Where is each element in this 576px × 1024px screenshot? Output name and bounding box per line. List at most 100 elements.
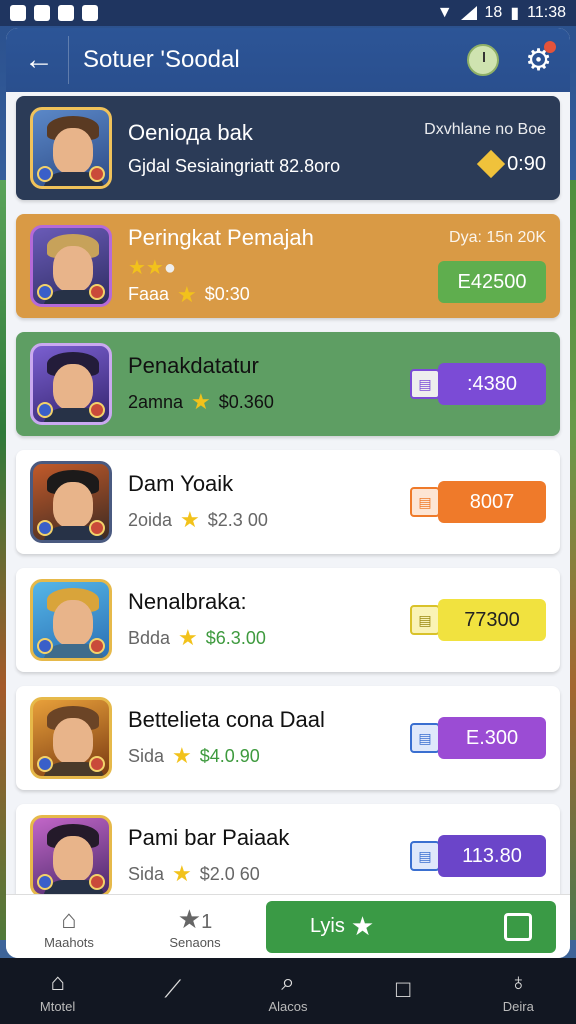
card-title: Bettelieta cona Daal: [128, 707, 325, 732]
nav-home[interactable]: ⌂ Mtotel: [8, 969, 108, 1014]
star-icon: ★: [180, 507, 200, 532]
status-right: ▼ 18 ▮ 11:38: [437, 3, 566, 23]
price-button[interactable]: 77300: [438, 599, 546, 641]
rank-badge-icon: [89, 756, 105, 772]
price-button[interactable]: :4380: [438, 363, 546, 405]
list-item[interactable]: Peringkat Pemajah ★★● Faaa ★ $0:30 Dya: …: [16, 214, 560, 318]
card-title: Nenalbraka:: [128, 589, 247, 614]
list-item[interactable]: Dam Yoaik 2oida ★ $2.3 00 ▤ 8007: [16, 450, 560, 554]
card-text: Oeniода bak Gjdal Sesiaingriatt 82.8oro: [128, 120, 424, 177]
level-badge-icon: [37, 756, 53, 772]
status-time: 11:38: [527, 4, 566, 21]
nav-stats[interactable]: ⟋: [123, 976, 223, 1006]
price-group: ▤ E.300: [410, 717, 546, 759]
card-text: Pami bar Paiaak Sida ★ $2.0 60: [128, 825, 410, 887]
avatar: [30, 461, 112, 543]
subtitle-price: $2.3 00: [207, 509, 268, 530]
bottom-action-bar: ⌂ Maahots ★1 Senaons Lyis ★: [6, 894, 570, 958]
avatar: [30, 343, 112, 425]
avatar: [30, 579, 112, 661]
nav-label: Deira: [502, 998, 534, 1014]
nav-search[interactable]: ⌕ Alacos: [238, 969, 338, 1014]
list-item[interactable]: Pami bar Paiaak Sida ★ $2.0 60 ▤ 113.80: [16, 804, 560, 908]
card-right: ▤ 8007: [410, 481, 546, 523]
ticket-icon: ▤: [410, 841, 440, 871]
primary-action-button[interactable]: Lyis ★: [266, 900, 556, 953]
star-icon: ★: [178, 625, 198, 650]
card-text: Peringkat Pemajah ★★● Faaa ★ $0:30: [128, 225, 438, 308]
clock-icon[interactable]: [467, 44, 500, 76]
level-badge-icon: [37, 638, 53, 654]
card-subtitle: Sida ★ $4.0.90: [128, 743, 410, 769]
document-icon: [504, 912, 532, 941]
tab-home[interactable]: ⌂ Maahots: [6, 904, 132, 950]
price-group: ▤ :4380: [410, 363, 546, 405]
tab-favorites[interactable]: ★1 Senaons: [132, 904, 258, 950]
avatar: [30, 815, 112, 897]
battery-label: 18: [484, 4, 503, 21]
list-item[interactable]: Penakdatatur 2amna ★ $0.360 ▤ :4380: [16, 332, 560, 436]
nav-profile[interactable]: ♁ Deira: [468, 969, 568, 1014]
price-button[interactable]: 113.80: [438, 835, 546, 877]
star-icon: ★: [350, 911, 375, 941]
subtitle-label: Sida: [128, 745, 165, 766]
level-badge-icon: [37, 874, 53, 890]
card-right: Dxvhlane no Boe 0:90: [424, 121, 546, 179]
level-badge-icon: [37, 166, 53, 182]
rank-badge-icon: [89, 166, 105, 182]
avatar: [30, 225, 112, 307]
price-button[interactable]: E.300: [438, 717, 546, 759]
wifi-icon: ▼: [436, 4, 453, 21]
subtitle-price: $2.0 60: [199, 863, 260, 884]
list-item[interactable]: Bettelieta cona Daal Sida ★ $4.0.90 ▤ E.…: [16, 686, 560, 790]
avatar-face: [53, 482, 93, 528]
header-divider: [68, 36, 69, 84]
app-window: ← Sotuer 'Soodal ⚙ Oeniода bak Gjdal Ses…: [6, 28, 570, 958]
subtitle-price: $0:30: [204, 284, 250, 304]
person-icon: ♁: [509, 968, 528, 996]
subtitle-price: $6.3.00: [205, 627, 266, 648]
card-subtitle: Gjdal Sesiaingriatt 82.8oro: [128, 155, 341, 176]
card-title: Dam Yoaik: [128, 471, 234, 496]
card-note: Dya: 15n 20K: [449, 229, 546, 246]
card-subtitle: Bdda ★ $6.3.00: [128, 625, 410, 651]
card-subtitle: Faaa ★ $0:30: [128, 282, 438, 308]
card-title: Pami bar Paiaak: [128, 825, 290, 850]
tab-count: 1: [201, 910, 213, 933]
card-subtitle: 2oida ★ $2.3 00: [128, 507, 410, 533]
avatar-face: [53, 364, 93, 410]
ticket-icon: ▤: [410, 723, 440, 753]
avatar-face: [53, 836, 93, 882]
card-text: Nenalbraka: Bdda ★ $6.3.00: [128, 589, 410, 651]
subtitle-label: Sida: [128, 863, 165, 884]
cta-label: Lyis: [310, 915, 345, 937]
price-button[interactable]: 8007: [438, 481, 546, 523]
page-title: Sotuer 'Soodal: [83, 46, 240, 73]
mail-icon: [34, 5, 50, 21]
tab-label: Senaons: [169, 934, 221, 950]
back-arrow-icon[interactable]: ←: [24, 43, 68, 77]
card-right: ▤ :4380: [410, 363, 546, 405]
list-item[interactable]: Nenalbraka: Bdda ★ $6.3.00 ▤ 77300: [16, 568, 560, 672]
settings-icon[interactable]: ⚙: [525, 40, 556, 78]
subtitle-price: $0.360: [218, 391, 274, 412]
avatar-face: [53, 600, 93, 646]
price-button[interactable]: E42500: [438, 261, 546, 303]
ticket-icon: ▤: [410, 605, 440, 635]
system-nav-bar: ⌂ Mtotel ⟋ ⌕ Alacos □ ♁ Deira: [0, 958, 576, 1024]
tab-label: Maahots: [44, 934, 94, 950]
star-icon: ★1: [177, 903, 213, 934]
offer-list: Oeniода bak Gjdal Sesiaingriatt 82.8oro …: [6, 92, 570, 908]
header-actions: ⚙: [467, 40, 556, 78]
search-icon: ⌕: [281, 968, 295, 996]
card-right: ▤ 77300: [410, 599, 546, 641]
card-right: Dya: 15n 20K E42500: [438, 229, 546, 303]
square-icon: [82, 5, 98, 21]
list-item[interactable]: Oeniода bak Gjdal Sesiaingriatt 82.8oro …: [16, 96, 560, 200]
ticket-icon: ▤: [410, 369, 440, 399]
coin-price: 0:90: [476, 149, 546, 179]
level-badge-icon: [37, 402, 53, 418]
rank-badge-icon: [89, 638, 105, 654]
nav-recents[interactable]: □: [353, 976, 453, 1006]
notification-dot: [544, 40, 556, 53]
